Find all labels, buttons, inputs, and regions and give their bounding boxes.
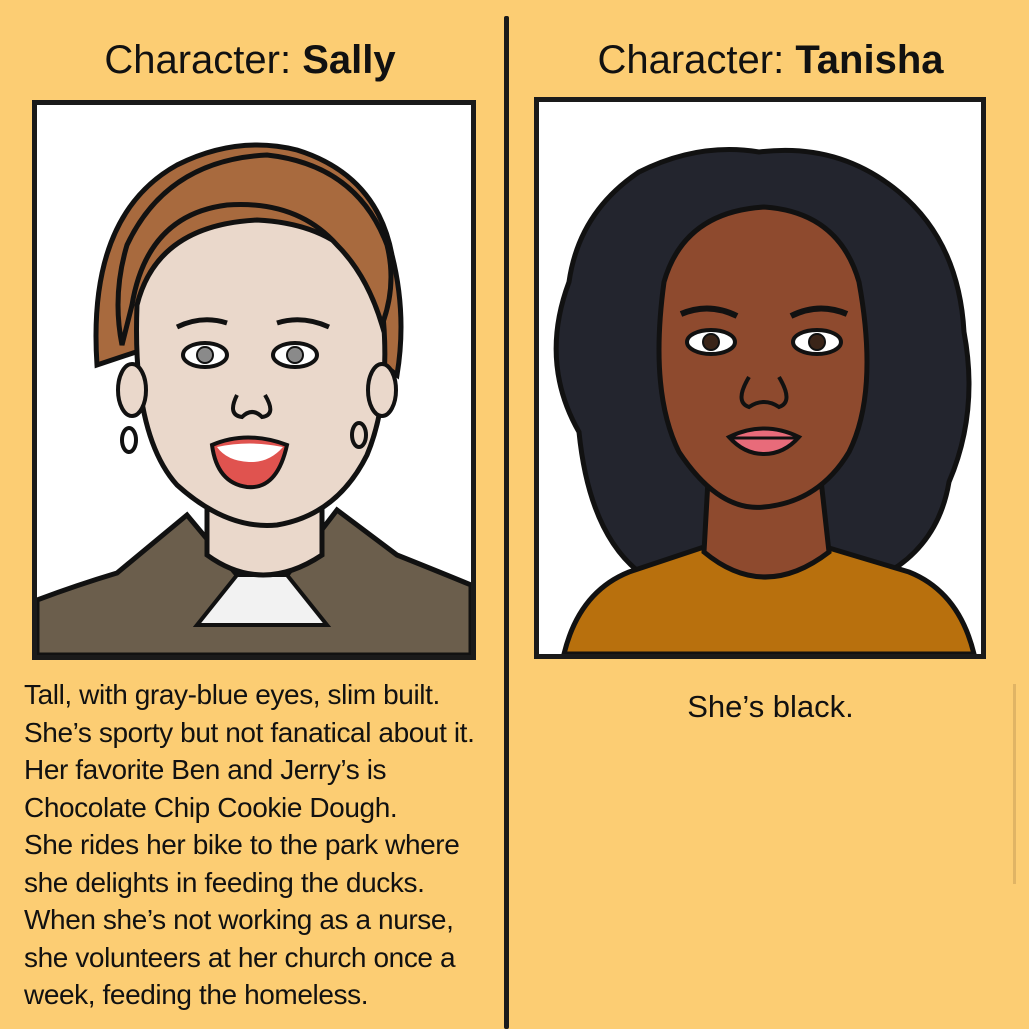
portrait-frame-sally (32, 100, 476, 660)
tanisha-portrait-illustration (553, 147, 977, 654)
tanisha-iris-right (808, 333, 826, 351)
tanisha-iris-left (702, 333, 720, 351)
title-prefix: Character: (597, 38, 796, 82)
sally-portrait-illustration (37, 142, 471, 655)
title-prefix: Character: (104, 38, 303, 82)
sally-ear-left (116, 362, 148, 418)
character-description-sally: Tall, with gray-blue eyes, slim built. S… (24, 679, 475, 1010)
column-divider (504, 16, 509, 1029)
character-name: Sally (302, 38, 396, 82)
sally-ear-right (366, 362, 398, 418)
character-title-tanisha: Character: Tanisha (512, 36, 1029, 84)
character-name: Tanisha (795, 38, 944, 82)
sally-iris-right (286, 346, 304, 364)
tanisha-face (656, 204, 870, 510)
sally-earring-left (120, 426, 138, 454)
portrait-frame-tanisha (534, 97, 986, 659)
character-description-tanisha: She’s black. (687, 689, 854, 724)
sally-iris-left (196, 346, 214, 364)
character-title-sally: Character: Sally (0, 36, 500, 84)
